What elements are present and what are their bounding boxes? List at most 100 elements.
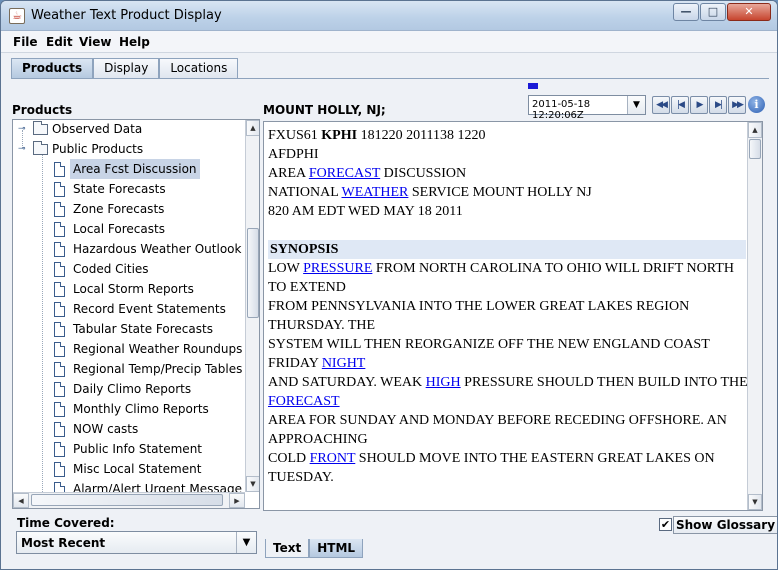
text-line: FORECAST xyxy=(268,392,746,411)
tree-item[interactable]: State Forecasts xyxy=(13,179,243,199)
view-tabs: Text HTML xyxy=(265,539,364,558)
folder-icon xyxy=(33,121,48,135)
tree-item[interactable]: Tabular State Forecasts xyxy=(13,319,243,339)
horizontal-scroll-thumb[interactable] xyxy=(31,494,223,506)
text-vertical-scrollbar[interactable]: ▲ ▼ xyxy=(747,122,762,510)
tree-horizontal-scrollbar[interactable]: ◀ ▶ xyxy=(13,492,245,508)
tree-item-label: Regional Weather Roundups xyxy=(73,342,243,356)
info-icon[interactable]: i xyxy=(748,96,765,113)
tree-item[interactable]: Regional Weather Roundups xyxy=(13,339,243,359)
tree-item[interactable]: Area Fcst Discussion xyxy=(13,159,243,179)
document-icon xyxy=(54,442,65,457)
scroll-up-arrow-icon[interactable]: ▲ xyxy=(246,120,259,136)
scroll-up-arrow-icon[interactable]: ▲ xyxy=(748,122,762,138)
last-button[interactable]: ▶| xyxy=(709,96,727,114)
tab-products[interactable]: Products xyxy=(11,58,94,78)
glossary-link[interactable]: WEATHER xyxy=(342,185,409,200)
glossary-link[interactable]: FRONT xyxy=(310,451,356,466)
glossary-link[interactable]: PRESSURE xyxy=(303,261,372,276)
document-icon xyxy=(54,422,65,437)
previous-button[interactable]: |◀ xyxy=(671,96,689,114)
glossary-link[interactable]: FORECAST xyxy=(268,394,340,409)
tree-item[interactable]: Regional Temp/Precip Tables xyxy=(13,359,243,379)
first-button[interactable]: ◀◀ xyxy=(652,96,670,114)
scroll-down-arrow-icon[interactable]: ▼ xyxy=(748,494,762,510)
window-title: Weather Text Product Display xyxy=(31,8,222,23)
text-fragment: NATIONAL xyxy=(268,185,342,200)
scroll-thumb[interactable] xyxy=(247,228,259,318)
tree-item-label: State Forecasts xyxy=(73,182,166,196)
tree-item[interactable]: Local Forecasts xyxy=(13,219,243,239)
tree-item[interactable]: Monthly Climo Reports xyxy=(13,399,243,419)
newest-button[interactable]: ▶▶ xyxy=(728,96,746,114)
tab-text[interactable]: Text xyxy=(265,539,310,558)
skip-forward-icon: ▶▶ xyxy=(732,100,744,110)
tree-item-label: Coded Cities xyxy=(73,262,149,276)
text-line: LOW PRESSURE FROM NORTH CAROLINA TO OHIO… xyxy=(268,259,746,278)
menu-bar: File Edit View Help xyxy=(1,31,777,53)
tree-item[interactable]: ⊸ Observed Data xyxy=(13,120,243,139)
text-line: THURSDAY. THE xyxy=(268,316,746,335)
tree-item-label: Tabular State Forecasts xyxy=(73,322,213,336)
show-glossary-checkbox[interactable]: ✔ xyxy=(659,518,672,531)
tree-item-label: Monthly Climo Reports xyxy=(73,402,209,416)
tree-item[interactable]: Misc Local Statement xyxy=(13,459,243,479)
tree-item-label: Local Storm Reports xyxy=(73,282,194,296)
tab-divider xyxy=(11,78,769,79)
menu-edit[interactable]: Edit xyxy=(46,35,73,49)
tree-item-label: Hazardous Weather Outlook xyxy=(73,242,242,256)
text-fragment: LOW xyxy=(268,261,304,276)
text-line: AND SATURDAY. WEAK HIGH PRESSURE SHOULD … xyxy=(268,373,748,392)
document-icon xyxy=(54,202,65,217)
text-line: COLD FRONT SHOULD MOVE INTO THE EASTERN … xyxy=(268,449,746,468)
tree-item[interactable]: Zone Forecasts xyxy=(13,199,243,219)
next-button[interactable]: ▶ xyxy=(690,96,708,114)
scroll-right-arrow-icon[interactable]: ▶ xyxy=(229,493,245,508)
close-button[interactable]: ✕ xyxy=(727,3,771,21)
text-fragment: AND SATURDAY. WEAK xyxy=(268,375,426,390)
date-select[interactable]: 2011-05-18 12:20:06Z ▼ xyxy=(528,95,646,121)
tree-item[interactable]: ⊸ Public Products xyxy=(13,139,243,159)
scroll-thumb[interactable] xyxy=(749,139,761,159)
scroll-left-arrow-icon[interactable]: ◀ xyxy=(13,493,29,508)
tree-item[interactable]: Daily Climo Reports xyxy=(13,379,243,399)
tab-locations[interactable]: Locations xyxy=(159,58,239,78)
tree-item-label: Public Products xyxy=(52,142,144,156)
menu-view[interactable]: View xyxy=(79,35,111,49)
document-icon xyxy=(54,382,65,397)
tab-html[interactable]: HTML xyxy=(309,539,364,558)
scroll-down-arrow-icon[interactable]: ▼ xyxy=(246,476,259,492)
skip-back-icon: ◀◀ xyxy=(656,100,668,110)
tree-item[interactable]: Local Storm Reports xyxy=(13,279,243,299)
text-fragment: KPHI xyxy=(321,128,358,143)
tree-expand-handle-icon[interactable]: ⊸ xyxy=(18,125,26,134)
menu-help[interactable]: Help xyxy=(119,35,150,49)
tree-item[interactable]: Hazardous Weather Outlook xyxy=(13,239,243,259)
time-covered-select[interactable]: Most Recent ▼ xyxy=(16,531,257,554)
window-controls: — □ ✕ xyxy=(672,3,771,21)
text-fragment: FXUS61 xyxy=(268,128,322,143)
title-bar[interactable]: ☕ Weather Text Product Display — □ ✕ xyxy=(1,1,777,31)
chevron-down-icon[interactable]: ▼ xyxy=(627,96,645,114)
tree-item[interactable]: Record Event Statements xyxy=(13,299,243,319)
tree-item[interactable]: Coded Cities xyxy=(13,259,243,279)
menu-file[interactable]: File xyxy=(13,35,38,49)
maximize-button[interactable]: □ xyxy=(700,3,726,21)
document-icon xyxy=(54,162,65,177)
tab-display[interactable]: Display xyxy=(93,58,160,78)
tree-item[interactable]: Public Info Statement xyxy=(13,439,243,459)
text-fragment: SYNOPSIS xyxy=(270,242,339,257)
tree-expand-handle-icon[interactable]: ⊸ xyxy=(18,145,26,154)
document-icon xyxy=(54,242,65,257)
tree-vertical-scrollbar[interactable]: ▲ ▼ xyxy=(245,120,259,492)
tree-item[interactable]: NOW casts xyxy=(13,419,243,439)
text-line: 820 AM EDT WED MAY 18 2011 xyxy=(268,202,746,221)
product-text-area[interactable]: FXUS61 KPHI 181220 2011138 1220 AFDPHI ARE… xyxy=(263,121,763,511)
tree-item-label: Local Forecasts xyxy=(73,222,165,236)
show-glossary-button[interactable]: Show Glossary xyxy=(673,516,777,534)
minimize-button[interactable]: — xyxy=(673,3,699,21)
glossary-link[interactable]: NIGHT xyxy=(322,356,366,371)
glossary-link[interactable]: HIGH xyxy=(426,375,461,390)
glossary-link[interactable]: FORECAST xyxy=(309,166,380,181)
chevron-down-icon[interactable]: ▼ xyxy=(236,532,256,553)
